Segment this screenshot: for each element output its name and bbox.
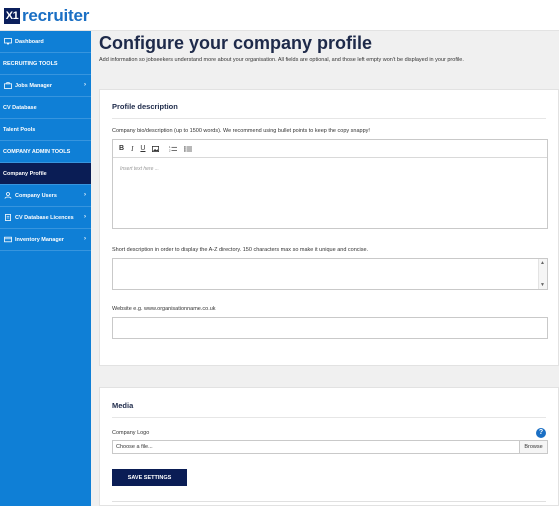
short-description-label: Short description in order to display th… [112, 247, 369, 253]
divider [112, 417, 546, 418]
scroll-down-icon[interactable]: ▼ [540, 282, 545, 288]
logo-mark: X1 [4, 8, 20, 24]
chevron-right-icon: › [84, 236, 86, 242]
ordered-list-icon[interactable]: 12 [169, 146, 178, 152]
document-icon [3, 214, 12, 221]
logo[interactable]: X1 recruiter [4, 6, 90, 25]
briefcase-icon [3, 82, 12, 89]
bold-button[interactable]: B [119, 145, 124, 152]
sidebar-item-label: Dashboard [15, 38, 44, 45]
editor-toolbar: B I U 12 [113, 140, 547, 158]
logo-text: recruiter [22, 6, 90, 25]
scrollbar[interactable]: ▲ ▼ [538, 259, 547, 289]
sidebar-item-label: CV Database [3, 104, 37, 111]
bullet-list-icon[interactable] [184, 145, 193, 152]
chevron-right-icon: › [84, 192, 86, 198]
card-icon [3, 236, 12, 243]
bio-label: Company bio/description (up to 1500 word… [112, 128, 370, 134]
help-icon[interactable]: ? [536, 428, 546, 438]
sidebar-item-label: Jobs Manager [15, 82, 52, 89]
sidebar-section-company-admin-tools: COMPANY ADMIN TOOLS [0, 141, 91, 163]
scroll-up-icon[interactable]: ▲ [540, 260, 545, 266]
sidebar-item-label: CV Database Licences [15, 214, 74, 221]
top-bar: X1 recruiter [0, 0, 559, 31]
bio-text-area[interactable]: Insert text here ... [113, 158, 547, 180]
monitor-icon [3, 38, 12, 45]
website-label: Website e.g. www.organisationname.co.uk [112, 306, 216, 312]
page-subtitle: Add information so jobseekers understand… [99, 57, 464, 63]
sidebar-item-label: Company Profile [3, 170, 47, 177]
save-settings-button[interactable]: SAVE SETTINGS [112, 469, 187, 486]
divider [112, 118, 546, 119]
divider [112, 501, 546, 502]
user-icon [3, 192, 12, 199]
sidebar-item-company-profile[interactable]: Company Profile [0, 163, 91, 185]
sidebar-item-cv-database[interactable]: CV Database [0, 97, 91, 119]
sidebar-item-cv-database-licences[interactable]: CV Database Licences › [0, 207, 91, 229]
company-logo-file-input[interactable]: Choose a file... Browse [112, 440, 548, 454]
page-title: Configure your company profile [99, 33, 373, 53]
chevron-right-icon: › [84, 82, 86, 88]
browse-button[interactable]: Browse [519, 441, 547, 453]
sidebar-item-inventory-manager[interactable]: Inventory Manager › [0, 229, 91, 251]
sidebar-item-jobs-manager[interactable]: Jobs Manager › [0, 75, 91, 97]
short-description-input[interactable]: ▲ ▼ [112, 258, 548, 290]
sidebar-item-label: Talent Pools [3, 126, 36, 133]
svg-text:2: 2 [169, 148, 171, 152]
sidebar-item-dashboard[interactable]: Dashboard [0, 31, 91, 53]
profile-description-heading: Profile description [112, 102, 178, 111]
italic-button[interactable]: I [131, 145, 133, 153]
chevron-right-icon: › [84, 214, 86, 220]
website-input[interactable] [112, 317, 548, 339]
sidebar-item-label: Inventory Manager [15, 236, 64, 243]
sidebar-item-label: Company Users [15, 192, 57, 199]
file-name-field[interactable]: Choose a file... [113, 441, 519, 453]
underline-button[interactable]: U [140, 145, 145, 152]
sidebar-section-recruiting-tools: RECRUITING TOOLS [0, 53, 91, 75]
company-logo-label: Company Logo [112, 430, 150, 436]
profile-description-card: Profile description Company bio/descript… [99, 89, 559, 366]
sidebar-section-label: RECRUITING TOOLS [3, 60, 58, 67]
media-card: Media Company Logo ? Choose a file... Br… [99, 387, 559, 506]
image-icon[interactable] [152, 145, 160, 152]
sidebar-item-company-users[interactable]: Company Users › [0, 185, 91, 207]
sidebar-section-label: COMPANY ADMIN TOOLS [3, 148, 71, 155]
sidebar-item-talent-pools[interactable]: Talent Pools [0, 119, 91, 141]
main-content: Configure your company profile Add infor… [91, 31, 559, 506]
bio-editor[interactable]: B I U 12 Insert text here ... [112, 139, 548, 229]
sidebar: Dashboard RECRUITING TOOLS Jobs Manager … [0, 31, 91, 506]
media-heading: Media [112, 401, 134, 410]
